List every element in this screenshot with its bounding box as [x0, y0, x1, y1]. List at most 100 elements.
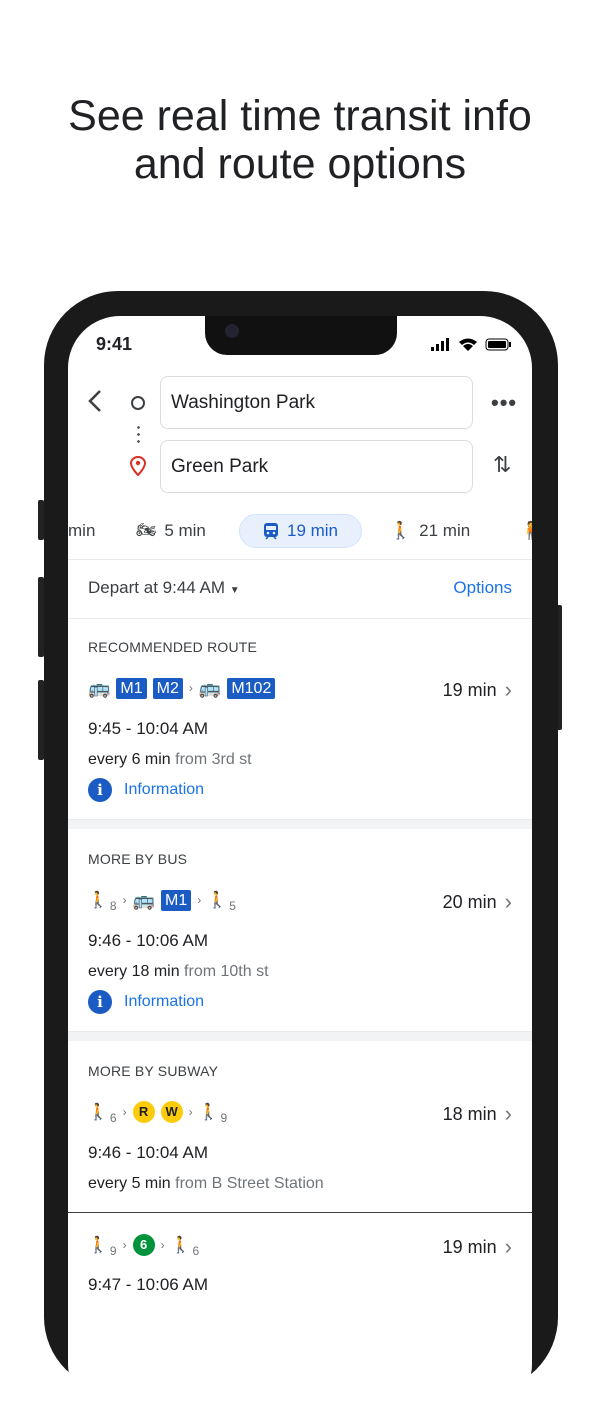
chevron-right-icon: ›	[122, 1238, 127, 1252]
signal-icon	[431, 338, 449, 351]
chevron-right-icon: ›	[504, 1234, 512, 1259]
motorcycle-icon: 🏍	[136, 522, 157, 539]
dropdown-icon: ▼	[229, 585, 240, 596]
route-times: 9:46 - 10:06 AM	[88, 931, 209, 950]
subway-line-badge: R	[132, 1101, 155, 1123]
walk-minutes: 6	[109, 1111, 117, 1125]
tab-motorcycle[interactable]: 🏍 5 min	[136, 514, 206, 548]
tab-label: 19 min	[286, 521, 339, 540]
notch	[205, 316, 397, 355]
frequency: every 5 min	[88, 1175, 171, 1192]
walk-icon: 🚶	[88, 1104, 108, 1121]
information-link[interactable]: i Information	[88, 778, 204, 802]
route-duration: 19 min	[442, 1236, 497, 1257]
info-icon: i	[88, 778, 112, 802]
swap-icon[interactable]: ⇅	[493, 452, 511, 478]
tab-drive[interactable]: min	[68, 514, 95, 548]
route-frequency: every 6 min from 3rd st	[88, 751, 252, 769]
walk-icon: 🚶	[170, 1237, 191, 1254]
destination-input[interactable]: Green Park	[160, 440, 473, 493]
bus-icon: 🚌	[88, 677, 111, 698]
divider	[68, 618, 532, 619]
information-link[interactable]: i Information	[88, 990, 204, 1014]
chevron-right-icon: ›	[160, 1238, 165, 1252]
section-header: MORE BY SUBWAY	[88, 1063, 219, 1079]
walk-minutes: 6	[192, 1244, 200, 1258]
chevron-right-icon: ›	[122, 1105, 127, 1119]
line-badge: M102	[227, 677, 276, 699]
stop: from 3rd st	[175, 751, 252, 768]
walk-icon: 🚶	[207, 892, 228, 909]
section-header: RECOMMENDED ROUTE	[88, 639, 258, 655]
headline-line1: See real time transit info	[68, 92, 532, 140]
divider	[68, 1212, 532, 1213]
chevron-right-icon: ›	[504, 889, 512, 914]
route-frequency: every 5 min from B Street Station	[88, 1175, 324, 1193]
frequency: every 18 min	[88, 963, 180, 980]
walk-icon: 🚶	[390, 521, 412, 540]
tab-walk[interactable]: 🚶 21 min	[390, 514, 470, 548]
frequency: every 6 min	[88, 751, 171, 768]
walk-icon: 🚶	[88, 892, 108, 909]
destination-pin-icon	[130, 456, 146, 476]
bus-icon: 🚌	[132, 889, 156, 910]
ride-icon: 🧍	[520, 521, 532, 540]
route-times: 9:45 - 10:04 AM	[88, 719, 209, 738]
section-divider	[68, 1031, 532, 1041]
options-button[interactable]: Options	[453, 578, 512, 598]
info-label: Information	[124, 993, 205, 1010]
battery-icon	[485, 338, 511, 351]
info-label: Information	[124, 781, 205, 798]
route-duration: 18 min	[442, 1103, 497, 1124]
route-dots	[137, 424, 140, 444]
chevron-right-icon: ›	[188, 1105, 193, 1119]
chevron-right-icon: ›	[504, 677, 512, 702]
camera	[225, 324, 239, 338]
chevron-right-icon: ›	[197, 893, 202, 907]
route-times: 9:46 - 10:04 AM	[88, 1143, 209, 1162]
walk-minutes: 8	[109, 899, 117, 913]
stop: from B Street Station	[175, 1175, 324, 1192]
route-duration: 19 min	[442, 679, 497, 700]
tab-label: 21 min	[419, 521, 471, 540]
headline-line2: and route options	[133, 140, 467, 188]
chevron-right-icon: ›	[504, 1101, 512, 1126]
subway-line-badge: W	[160, 1101, 183, 1123]
walk-minutes: 5	[229, 899, 236, 913]
tab-ride[interactable]: 🧍	[520, 514, 532, 548]
origin-input[interactable]: Washington Park	[160, 376, 473, 429]
route-times: 9:47 - 10:06 AM	[88, 1275, 209, 1294]
route-frequency: every 18 min from 10th st	[88, 963, 269, 981]
phone-screen: 9:41 Washington Park Green Park ••• ⇅ mi…	[68, 316, 532, 1416]
status-time: 9:41	[96, 334, 133, 354]
headline: See real time transit info and route opt…	[0, 92, 600, 188]
line-badge: M1	[161, 889, 192, 911]
walk-icon: 🚶	[198, 1104, 219, 1121]
origin-icon	[131, 396, 145, 410]
tab-transit[interactable]: 19 min	[239, 514, 362, 548]
walk-icon: 🚶	[88, 1237, 108, 1254]
line-badge: M1	[116, 677, 147, 699]
more-options-icon[interactable]: •••	[491, 390, 517, 416]
bus-icon: 🚌	[198, 677, 222, 698]
wifi-icon	[459, 338, 477, 351]
section-divider	[68, 819, 532, 829]
back-icon[interactable]	[86, 388, 106, 414]
route-duration: 20 min	[442, 891, 497, 912]
divider	[68, 559, 532, 560]
line-badge: M2	[152, 677, 183, 699]
transit-icon	[263, 523, 278, 540]
walk-minutes: 9	[109, 1244, 117, 1258]
info-icon: i	[88, 990, 112, 1014]
walk-minutes: 9	[220, 1111, 228, 1125]
depart-label: Depart at 9:44 AM	[88, 578, 226, 597]
tab-label: 5 min	[164, 521, 206, 540]
depart-time-selector[interactable]: Depart at 9:44 AM ▼	[88, 578, 240, 598]
section-header: MORE BY BUS	[88, 851, 188, 867]
subway-line-badge: 6	[132, 1234, 155, 1256]
tab-label: min	[68, 521, 96, 540]
status-icons	[431, 338, 511, 351]
chevron-right-icon: ›	[188, 681, 193, 695]
chevron-right-icon: ›	[122, 893, 127, 907]
stop: from 10th st	[184, 963, 269, 980]
